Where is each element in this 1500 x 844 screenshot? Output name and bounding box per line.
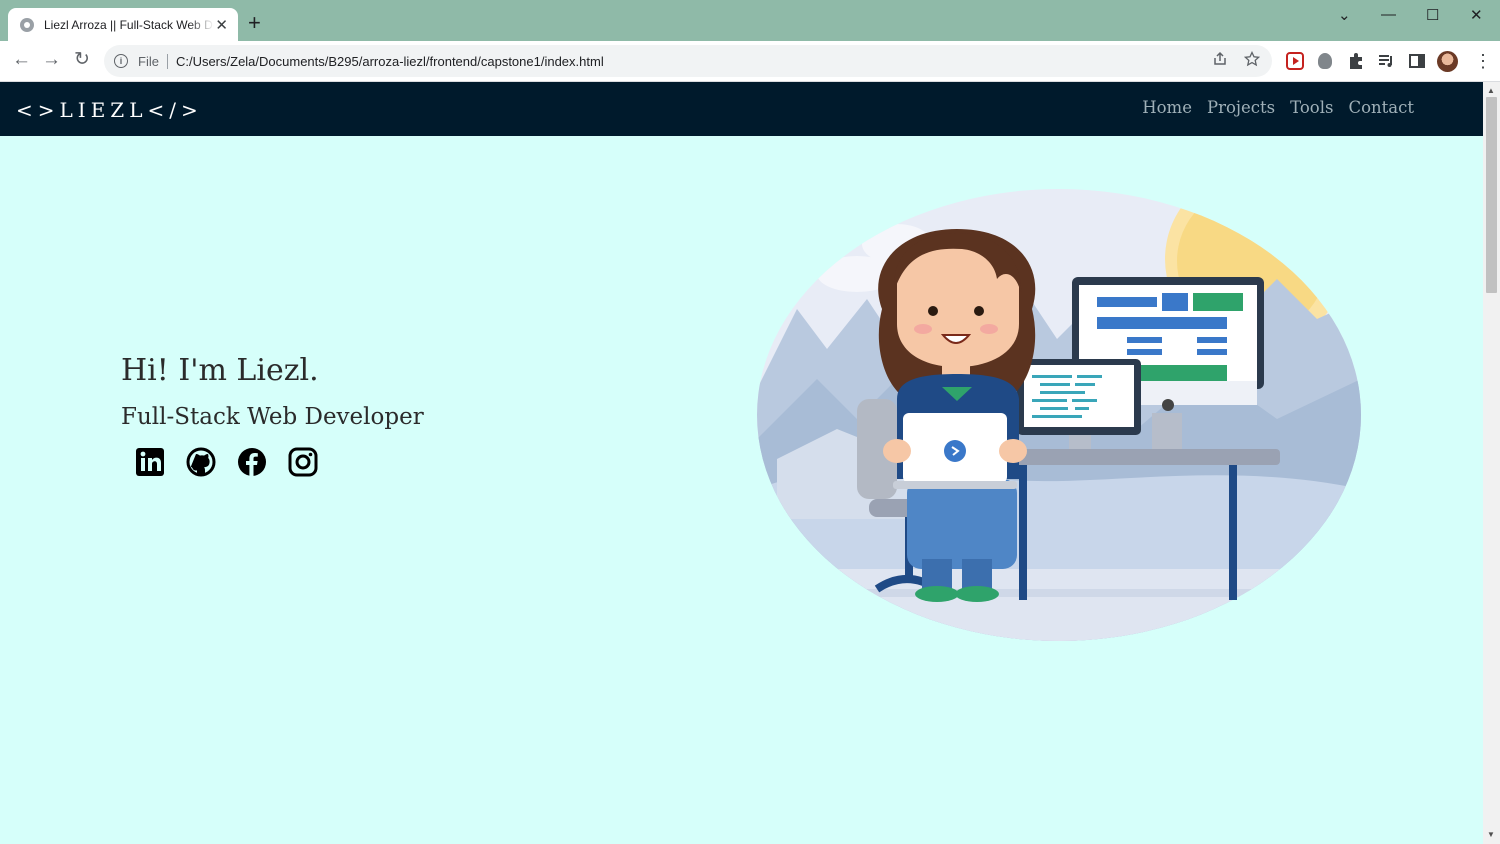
share-icon[interactable] bbox=[1212, 51, 1228, 67]
video-extension-icon[interactable] bbox=[1286, 52, 1304, 70]
star-icon[interactable] bbox=[1244, 51, 1260, 67]
instagram-icon[interactable] bbox=[287, 446, 319, 478]
profile-avatar[interactable] bbox=[1437, 51, 1458, 72]
puzzle-extensions-icon[interactable] bbox=[1347, 52, 1365, 70]
nav-link-tools[interactable]: Tools bbox=[1290, 98, 1333, 117]
scroll-down-arrow-icon[interactable]: ▼ bbox=[1487, 830, 1495, 839]
info-icon[interactable]: i bbox=[114, 54, 128, 68]
nav-link-contact[interactable]: Contact bbox=[1348, 98, 1414, 117]
browser-toolbar: ← → ↻ i File C:/Users/Zela/Documents/B29… bbox=[0, 41, 1500, 82]
browser-tab[interactable]: Liezl Arroza || Full-Stack Web Developer… bbox=[8, 8, 238, 41]
scheme-label: File bbox=[138, 53, 168, 69]
minimize-button[interactable]: — bbox=[1381, 6, 1396, 23]
media-queue-icon[interactable] bbox=[1377, 52, 1395, 70]
side-panel-icon[interactable] bbox=[1408, 52, 1426, 70]
developer-illustration bbox=[757, 189, 1361, 641]
tab-title: Liezl Arroza || Full-Stack Web Developer bbox=[44, 17, 214, 32]
hero-subtitle: Full-Stack Web Developer bbox=[121, 404, 424, 430]
hero-greeting: Hi! I'm Liezl. bbox=[121, 353, 319, 388]
url-text[interactable]: C:/Users/Zela/Documents/B295/arroza-liez… bbox=[176, 54, 604, 69]
forward-button[interactable]: → bbox=[42, 49, 61, 71]
nav-link-home[interactable]: Home bbox=[1142, 98, 1192, 117]
close-window-button[interactable]: ✕ bbox=[1470, 6, 1483, 24]
social-links bbox=[134, 446, 319, 478]
reload-button[interactable]: ↻ bbox=[74, 49, 90, 71]
scroll-up-arrow-icon[interactable]: ▲ bbox=[1487, 86, 1495, 95]
site-logo[interactable]: <>LIEZL</> bbox=[16, 98, 203, 122]
github-icon[interactable] bbox=[185, 446, 217, 478]
browser-menu-icon[interactable]: ⋮ bbox=[1474, 50, 1492, 72]
maximize-button[interactable]: ☐ bbox=[1426, 6, 1439, 24]
site-navbar: <>LIEZL</> Home Projects Tools Contact bbox=[0, 82, 1483, 136]
address-bar[interactable]: i File C:/Users/Zela/Documents/B295/arro… bbox=[104, 45, 1272, 77]
tab-search-dropdown-icon[interactable]: ⌄ bbox=[1338, 6, 1351, 24]
globe-favicon-icon bbox=[20, 17, 34, 32]
facebook-icon[interactable] bbox=[236, 446, 268, 478]
back-button[interactable]: ← bbox=[12, 49, 31, 71]
bug-extension-icon[interactable] bbox=[1318, 53, 1332, 69]
close-tab-icon[interactable]: ✕ bbox=[215, 16, 228, 34]
hero-section: Hi! I'm Liezl. Full-Stack Web Developer bbox=[0, 136, 1483, 844]
nav-link-projects[interactable]: Projects bbox=[1207, 98, 1275, 117]
new-tab-button[interactable]: + bbox=[248, 12, 261, 34]
scrollbar-thumb[interactable] bbox=[1486, 97, 1497, 293]
linkedin-icon[interactable] bbox=[134, 446, 166, 478]
browser-tabstrip: Liezl Arroza || Full-Stack Web Developer… bbox=[0, 0, 1500, 41]
nav-links: Home Projects Tools Contact bbox=[1142, 98, 1414, 117]
